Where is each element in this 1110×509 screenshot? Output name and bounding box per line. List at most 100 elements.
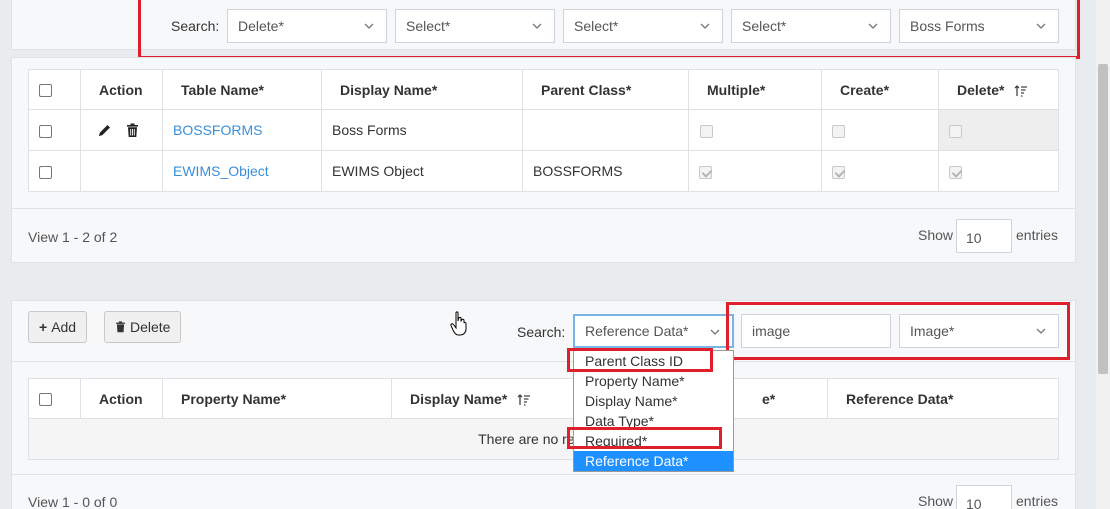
cell-create	[821, 150, 939, 192]
header-table-name[interactable]: Table Name*	[162, 69, 322, 110]
forms-view-info: View 1 - 2 of 2	[28, 229, 118, 245]
cell-parent-class: BOSSFORMS	[522, 150, 689, 192]
multiple-checkbox	[700, 124, 713, 138]
header-display-name-label: Display Name*	[410, 390, 508, 407]
cell-multiple	[688, 109, 822, 151]
forms-entries-input[interactable]: 10	[956, 219, 1012, 253]
header-multiple[interactable]: Multiple*	[688, 69, 822, 110]
chevron-down-icon	[532, 23, 542, 29]
forms-table: Action Table Name* Display Name* Parent …	[28, 69, 1059, 192]
scrollbar-thumb[interactable]	[1098, 64, 1108, 374]
cell-create	[821, 109, 939, 151]
select-value: Select*	[574, 18, 619, 34]
header-delete-label: Delete*	[957, 81, 1005, 98]
top-filter-select-4[interactable]: Select*	[731, 9, 891, 43]
trash-icon	[116, 321, 125, 333]
table-name-link[interactable]: BOSSFORMS	[173, 122, 262, 138]
select-all-cell	[28, 378, 81, 419]
properties-table: Action Property Name* Display Name* e* R…	[28, 378, 1059, 460]
select-all-checkbox[interactable]	[39, 84, 52, 98]
add-button[interactable]: + Add	[28, 311, 88, 343]
chevron-down-icon	[1036, 328, 1046, 334]
properties-footer-divider	[12, 474, 1075, 475]
cell-parent-class	[522, 109, 689, 151]
properties-entries-input[interactable]: 10	[956, 485, 1012, 509]
table-row[interactable]: BOSSFORMS Boss Forms	[28, 109, 1059, 151]
forms-footer-divider	[12, 208, 1075, 209]
cell-delete	[938, 150, 1059, 192]
top-filter-boss-forms-select[interactable]: Boss Forms	[899, 9, 1059, 43]
header-display-name[interactable]: Display Name*	[321, 69, 523, 110]
multiple-checkbox	[699, 165, 712, 179]
row-action-cell	[80, 150, 163, 192]
select-value: Select*	[742, 18, 787, 34]
search-input-value: image	[752, 323, 791, 339]
cell-display-name: EWIMS Object	[321, 150, 523, 192]
properties-entries-label: entries	[1016, 493, 1059, 509]
chevron-down-icon	[700, 23, 710, 29]
edit-pencil-icon[interactable]	[97, 123, 112, 138]
properties-search-input[interactable]: image	[741, 314, 891, 348]
select-all-cell	[28, 69, 81, 110]
cell-table-name[interactable]: BOSSFORMS	[162, 109, 322, 151]
dropdown-option-data-type[interactable]: Data Type*	[574, 411, 733, 431]
header-action: Action	[80, 69, 163, 110]
chevron-down-icon	[364, 23, 374, 29]
select-value: Boss Forms	[910, 18, 985, 34]
forms-show-label: Show	[918, 227, 954, 243]
hand-cursor-icon	[450, 311, 467, 336]
empty-message: There are no records	[28, 418, 1059, 460]
select-value: Reference Data*	[585, 323, 689, 339]
row-checkbox-cell	[28, 150, 81, 192]
cell-delete	[938, 109, 1059, 151]
table-header-row: Action Table Name* Display Name* Parent …	[28, 69, 1059, 110]
cell-table-name[interactable]: EWIMS_Object	[162, 150, 322, 192]
add-button-label: Add	[51, 319, 77, 335]
table-name-link[interactable]: EWIMS_Object	[173, 163, 269, 179]
trash-icon[interactable]	[126, 123, 139, 138]
dropdown-option-display-name[interactable]: Display Name*	[574, 391, 733, 411]
dropdown-option-required[interactable]: Required*	[574, 431, 733, 451]
cell-multiple	[688, 150, 822, 192]
table-header-row: Action Property Name* Display Name* e* R…	[28, 378, 1059, 419]
header-delete[interactable]: Delete*	[938, 69, 1059, 110]
dropdown-option-reference-data[interactable]: Reference Data*	[574, 451, 733, 471]
row-checkbox-cell	[28, 109, 81, 151]
dropdown-option-property-name[interactable]: Property Name*	[574, 371, 733, 391]
header-display-name[interactable]: Display Name*	[391, 378, 602, 419]
dropdown-option-parent-class-id[interactable]: Parent Class ID	[574, 351, 733, 371]
top-filter-select-3[interactable]: Select*	[563, 9, 723, 43]
header-property-name[interactable]: Property Name*	[162, 378, 392, 419]
select-value: Delete*	[238, 18, 284, 34]
forms-entries-label: entries	[1016, 227, 1059, 243]
chevron-down-icon	[1036, 23, 1046, 29]
properties-field-select[interactable]: Reference Data*	[573, 314, 734, 348]
top-filter-delete-select[interactable]: Delete*	[227, 9, 387, 43]
row-checkbox[interactable]	[39, 165, 52, 179]
field-dropdown-list: Parent Class ID Property Name* Display N…	[573, 350, 734, 472]
row-action-cell	[80, 109, 163, 151]
sort-icon	[1014, 84, 1028, 97]
create-checkbox	[832, 124, 845, 138]
delete-checkbox	[949, 124, 962, 138]
delete-button-label: Delete	[130, 319, 171, 335]
delete-button[interactable]: Delete	[104, 311, 182, 343]
page-scrollbar[interactable]	[1096, 0, 1110, 509]
header-reference-data[interactable]: Reference Data*	[827, 378, 1059, 419]
row-checkbox[interactable]	[39, 124, 52, 138]
header-create[interactable]: Create*	[821, 69, 939, 110]
top-search-label: Search:	[171, 18, 220, 34]
top-filter-select-2[interactable]: Select*	[395, 9, 555, 43]
select-all-checkbox[interactable]	[39, 393, 52, 407]
sort-icon	[517, 393, 531, 406]
select-value: Select*	[406, 18, 451, 34]
header-parent-class[interactable]: Parent Class*	[522, 69, 689, 110]
select-value: Image*	[910, 323, 955, 339]
properties-view-info: View 1 - 0 of 0	[28, 494, 118, 509]
create-checkbox	[832, 165, 845, 179]
chevron-down-icon	[868, 23, 878, 29]
table-row[interactable]: EWIMS_Object EWIMS Object BOSSFORMS	[28, 150, 1059, 192]
properties-show-label: Show	[918, 493, 954, 509]
properties-header-divider	[12, 361, 1075, 362]
properties-type-select[interactable]: Image*	[899, 314, 1059, 348]
